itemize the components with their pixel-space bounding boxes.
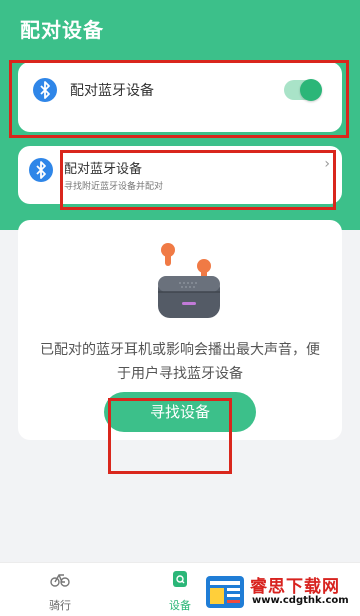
- find-device-panel: 已配对的蓝牙耳机或影响会播出最大声音，便于用户寻找蓝牙设备 寻找设备: [18, 220, 342, 440]
- tab-riding[interactable]: 骑行: [30, 569, 90, 613]
- pair-device-subtitle: 寻找附近蓝牙设备并配对: [64, 182, 164, 192]
- page-title: 配对设备: [20, 18, 104, 42]
- watermark-url: www.cdgthk.com: [252, 595, 349, 606]
- watermark-name: 睿思下载网: [250, 577, 340, 597]
- bicycle-icon: [50, 574, 70, 587]
- find-device-description: 已配对的蓝牙耳机或影响会播出最大声音，便于用户寻找蓝牙设备: [40, 342, 320, 382]
- bluetooth-toggle-label: 配对蓝牙设备: [70, 83, 154, 99]
- bluetooth-icon: [29, 158, 53, 182]
- device-icon: [173, 571, 187, 587]
- pair-device-card[interactable]: 配对蓝牙设备 寻找附近蓝牙设备并配对 ›: [18, 146, 342, 204]
- switch-knob: [300, 79, 322, 101]
- bluetooth-icon: [33, 78, 57, 102]
- bluetooth-switch[interactable]: [284, 79, 322, 101]
- pair-device-title: 配对蓝牙设备: [64, 162, 143, 177]
- watermark: 睿思下载网 www.cdgthk.com: [200, 568, 360, 616]
- chevron-right-icon: ›: [324, 156, 330, 172]
- bluetooth-toggle-card: 配对蓝牙设备: [18, 62, 342, 132]
- watermark-logo: [206, 576, 244, 608]
- earbuds-case-image: [158, 243, 220, 318]
- find-device-button[interactable]: 寻找设备: [104, 392, 256, 432]
- tab-riding-label: 骑行: [49, 599, 71, 612]
